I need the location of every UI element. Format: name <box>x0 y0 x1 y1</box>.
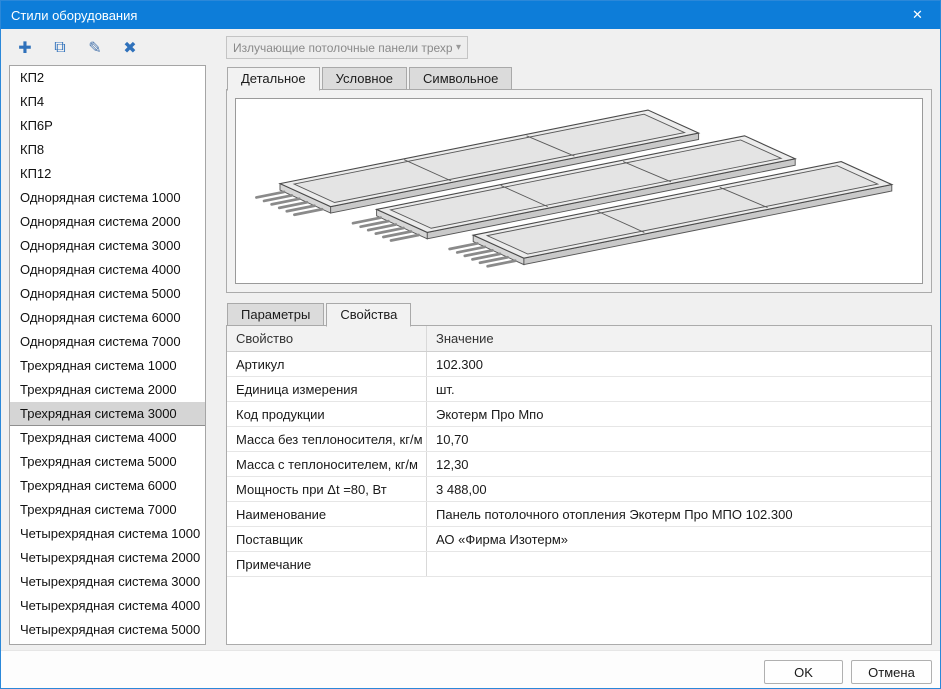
list-item[interactable]: КП12 <box>10 162 205 186</box>
preview-panel <box>226 89 932 293</box>
style-category-dropdown[interactable]: Излучающие потолочные панели трехр ▾ <box>226 36 468 59</box>
property-name: Поставщик <box>227 527 427 551</box>
list-item[interactable]: КП4 <box>10 90 205 114</box>
styles-list: КП2КП4КП6РКП8КП12Однорядная система 1000… <box>9 65 206 645</box>
preview-tab[interactable]: Символьное <box>409 67 512 90</box>
edit-style-button[interactable]: ✎ <box>83 36 107 60</box>
column-header-value: Значение <box>427 326 931 351</box>
list-item[interactable]: Четырехрядная система 3000 <box>10 570 205 594</box>
list-item[interactable]: Однорядная система 1000 <box>10 186 205 210</box>
close-button[interactable]: ✕ <box>895 1 940 29</box>
table-row[interactable]: Примечание <box>227 552 931 577</box>
ok-button[interactable]: OK <box>764 660 843 684</box>
list-item[interactable]: Трехрядная система 7000 <box>10 498 205 522</box>
preview-tabs: ДетальноеУсловноеСимвольное <box>227 67 514 90</box>
equipment-styles-dialog: Стили оборудования ✕ ✚ ⧉ ✎ ✖ Излучающие … <box>0 0 941 689</box>
property-value: АО «Фирма Изотерм» <box>427 527 931 551</box>
list-item[interactable]: КП2 <box>10 66 205 90</box>
window-title: Стили оборудования <box>11 8 137 23</box>
list-item[interactable]: Однорядная система 3000 <box>10 234 205 258</box>
preview-tab[interactable]: Условное <box>322 67 407 90</box>
list-item[interactable]: Трехрядная система 1000 <box>10 354 205 378</box>
copy-icon: ⧉ <box>54 39 65 57</box>
property-value: 10,70 <box>427 427 931 451</box>
footer: OK Отмена <box>1 650 940 688</box>
list-item[interactable]: Трехрядная система 2000 <box>10 378 205 402</box>
table-header: Свойство Значение <box>227 326 931 352</box>
chevron-down-icon: ▾ <box>456 42 461 53</box>
property-name: Масса с теплоносителем, кг/м <box>227 452 427 476</box>
table-row[interactable]: Наименование Панель потолочного отоплени… <box>227 502 931 527</box>
list-item[interactable]: Четырехрядная система 1000 <box>10 522 205 546</box>
property-value <box>427 552 931 576</box>
list-item[interactable]: Трехрядная система 4000 <box>10 426 205 450</box>
add-style-button[interactable]: ✚ <box>13 36 37 60</box>
close-icon: ✕ <box>912 7 923 23</box>
list-item[interactable]: Однорядная система 5000 <box>10 282 205 306</box>
column-header-property: Свойство <box>227 326 427 351</box>
table-row[interactable]: Артикул 102.300 <box>227 352 931 377</box>
property-name: Единица измерения <box>227 377 427 401</box>
delete-icon: ✖ <box>123 38 136 58</box>
property-value: 12,30 <box>427 452 931 476</box>
dropdown-value: Излучающие потолочные панели трехр <box>233 41 452 55</box>
property-value: Экотерм Про Мпо <box>427 402 931 426</box>
plus-icon: ✚ <box>18 38 31 58</box>
table-row[interactable]: Поставщик АО «Фирма Изотерм» <box>227 527 931 552</box>
table-row[interactable]: Код продукции Экотерм Про Мпо <box>227 402 931 427</box>
properties-panel: Свойство Значение Артикул 102.300 Единиц… <box>226 325 932 645</box>
list-item[interactable]: Однорядная система 7000 <box>10 330 205 354</box>
property-name: Мощность при Δt =80, Вт <box>227 477 427 501</box>
list-item[interactable]: Однорядная система 6000 <box>10 306 205 330</box>
table-row[interactable]: Единица измерения шт. <box>227 377 931 402</box>
pencil-icon: ✎ <box>88 38 101 58</box>
table-row[interactable]: Масса без теплоносителя, кг/м 10,70 <box>227 427 931 452</box>
property-value: шт. <box>427 377 931 401</box>
table-row[interactable]: Масса с теплоносителем, кг/м 12,30 <box>227 452 931 477</box>
property-name: Масса без теплоносителя, кг/м <box>227 427 427 451</box>
preview-canvas <box>235 98 923 284</box>
list-item[interactable]: Трехрядная система 6000 <box>10 474 205 498</box>
titlebar: Стили оборудования ✕ <box>1 1 940 29</box>
copy-style-button[interactable]: ⧉ <box>48 36 72 60</box>
property-name: Артикул <box>227 352 427 376</box>
property-name: Примечание <box>227 552 427 576</box>
table-row[interactable]: Мощность при Δt =80, Вт 3 488,00 <box>227 477 931 502</box>
detail-tab[interactable]: Свойства <box>326 303 411 327</box>
ceiling-panels-3d-drawing <box>236 99 922 283</box>
delete-style-button[interactable]: ✖ <box>118 36 142 60</box>
table-body: Артикул 102.300 Единица измерения шт. Ко… <box>227 352 931 577</box>
cancel-button[interactable]: Отмена <box>851 660 932 684</box>
property-value: 102.300 <box>427 352 931 376</box>
toolbar: ✚ ⧉ ✎ ✖ <box>13 35 142 61</box>
property-value: Панель потолочного отопления Экотерм Про… <box>427 502 931 526</box>
property-name: Наименование <box>227 502 427 526</box>
preview-tab[interactable]: Детальное <box>227 67 320 91</box>
property-name: Код продукции <box>227 402 427 426</box>
list-item[interactable]: КП6Р <box>10 114 205 138</box>
list-item[interactable]: КП8 <box>10 138 205 162</box>
list-item[interactable]: Однорядная система 4000 <box>10 258 205 282</box>
list-item[interactable]: Четырехрядная система 5000 <box>10 618 205 642</box>
list-item[interactable]: Однорядная система 2000 <box>10 210 205 234</box>
detail-tabs: ПараметрыСвойства <box>227 303 413 326</box>
list-item[interactable]: Трехрядная система 5000 <box>10 450 205 474</box>
list-item[interactable]: Трехрядная система 3000 <box>10 402 205 426</box>
list-item[interactable]: Четырехрядная система 2000 <box>10 546 205 570</box>
detail-tab[interactable]: Параметры <box>227 303 324 326</box>
property-value: 3 488,00 <box>427 477 931 501</box>
list-item[interactable]: Четырехрядная система 4000 <box>10 594 205 618</box>
